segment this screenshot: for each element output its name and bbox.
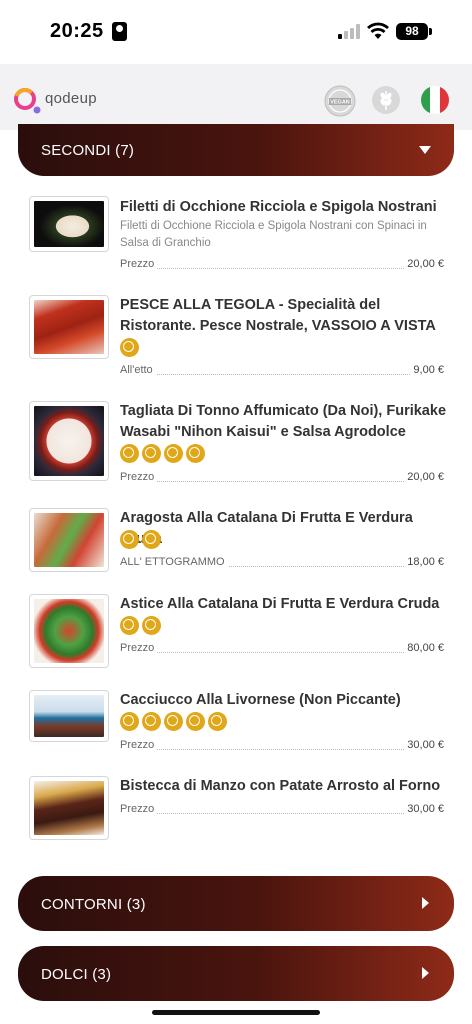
price-label: Prezzo <box>120 258 158 270</box>
crustaceans-icon <box>120 530 139 549</box>
gluten-free-filter-icon[interactable] <box>371 85 401 115</box>
dish-photo <box>29 594 109 668</box>
dish-name: Filetti di Occhione Ricciola e Spigola N… <box>120 199 437 215</box>
wifi-icon <box>367 22 389 39</box>
status-bar: 20:25 98 <box>0 0 472 64</box>
price-label: Prezzo <box>120 642 158 654</box>
chevron-right-icon <box>422 897 429 909</box>
price-row: Prezzo 20,00 € <box>120 258 444 272</box>
celery-icon <box>142 530 161 549</box>
logo-text: qodeup <box>45 90 97 107</box>
mustard-icon <box>164 444 183 463</box>
category-label: DOLCI (3) <box>41 966 112 983</box>
celery-icon <box>142 616 161 635</box>
price-label: All'etto <box>120 364 156 376</box>
crustaceans-icon <box>164 712 183 731</box>
dish-photo <box>29 690 109 742</box>
category-label: CONTORNI (3) <box>41 896 146 913</box>
allergen-list <box>120 530 161 549</box>
dish-name: Tagliata Di Tonno Affumicato (Da Noi), F… <box>120 403 447 440</box>
price-value: 80,00 € <box>404 642 444 654</box>
dish-name: Bistecca di Manzo con Patate Arrosto al … <box>120 778 441 794</box>
molluscs-icon <box>186 712 205 731</box>
price-value: 20,00 € <box>404 471 444 483</box>
dish-photo <box>29 196 109 252</box>
battery-indicator: 98 <box>396 23 432 40</box>
italian-flag-language-button[interactable] <box>421 86 449 114</box>
category-contorni[interactable]: CONTORNI (3) <box>18 876 454 931</box>
price-value: 30,00 € <box>404 739 444 751</box>
dish-photo <box>29 508 109 572</box>
price-label: Prezzo <box>120 471 158 483</box>
person-icon <box>112 22 127 41</box>
price-label: Prezzo <box>120 803 158 815</box>
category-label: SECONDI (7) <box>41 142 135 159</box>
dish-name: PESCE ALLA TEGOLA - Specialità del Risto… <box>120 297 436 334</box>
dish-name: Aragosta Alla Catalana Di Frutta E Verdu… <box>120 510 413 547</box>
price-row: Prezzo 20,00 € <box>120 471 444 485</box>
dish-photo <box>29 295 109 359</box>
dish-photo <box>29 776 109 840</box>
celery-icon <box>142 444 161 463</box>
dish-photo <box>29 401 109 481</box>
dish-description: Filetti di Occhione Ricciola e Spigola N… <box>120 220 427 249</box>
price-label: Prezzo <box>120 739 158 751</box>
price-row: All'etto 9,00 € <box>120 364 444 378</box>
price-value: 18,00 € <box>404 556 444 568</box>
fish-icon <box>142 712 161 731</box>
home-indicator[interactable] <box>152 1010 320 1015</box>
price-row: Prezzo 30,00 € <box>120 803 444 817</box>
soy-icon <box>186 444 205 463</box>
fish-icon <box>120 444 139 463</box>
dish-name: Cacciucco Alla Livornese (Non Piccante) <box>120 692 401 708</box>
chevron-down-icon <box>419 146 431 154</box>
allergen-list <box>120 338 139 357</box>
qodeup-logo-icon[interactable] <box>12 86 42 116</box>
status-time: 20:25 <box>50 20 104 42</box>
vegan-badge-text: VEGAN <box>330 100 350 106</box>
price-value: 9,00 € <box>410 364 444 376</box>
price-value: 20,00 € <box>404 258 444 270</box>
allergen-list <box>120 444 205 463</box>
price-value: 30,00 € <box>404 803 444 815</box>
allergen-list <box>120 712 227 731</box>
category-dolci[interactable]: DOLCI (3) <box>18 946 454 1001</box>
category-secondi[interactable]: SECONDI (7) <box>18 124 454 176</box>
price-row: ALL' ETTOGRAMMO 18,00 € <box>120 556 444 570</box>
price-row: Prezzo 30,00 € <box>120 739 444 753</box>
sesame-icon <box>208 712 227 731</box>
allergen-list <box>120 616 161 635</box>
crustaceans-icon <box>120 616 139 635</box>
price-row: Prezzo 80,00 € <box>120 642 444 656</box>
chevron-right-icon <box>422 967 429 979</box>
gluten-icon <box>120 712 139 731</box>
fish-icon <box>120 338 139 357</box>
dish-name: Astice Alla Catalana Di Frutta E Verdura… <box>120 596 440 612</box>
signal-icon <box>338 24 362 39</box>
price-label: ALL' ETTOGRAMMO <box>120 556 228 568</box>
vegan-filter-icon[interactable]: VEGAN <box>324 85 356 117</box>
